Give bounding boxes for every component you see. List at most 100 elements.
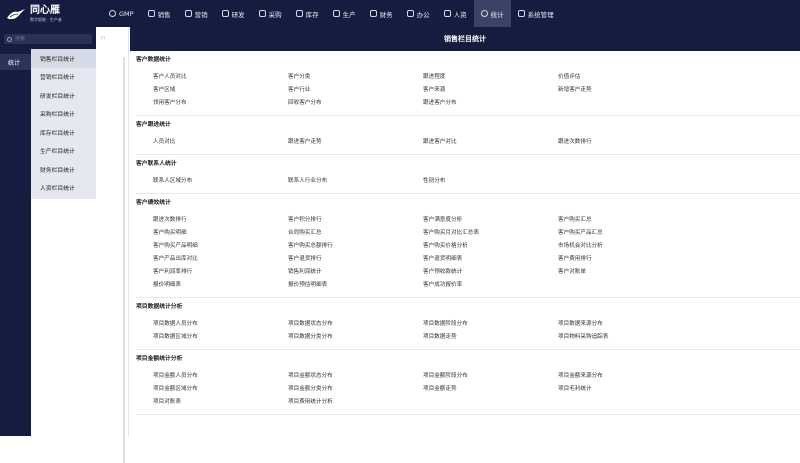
report-link[interactable]: 客户购买产品明细 — [153, 241, 288, 254]
report-link[interactable]: 客户购买产品汇总 — [558, 228, 693, 241]
report-link[interactable]: 跟进客户对比 — [423, 137, 558, 150]
app-logo[interactable]: 同心雁 数字赋能 · 生产者 — [0, 0, 96, 27]
sidebar-empty-area — [31, 199, 96, 436]
sidebar-item-0[interactable]: 销售栏目统计 — [31, 49, 96, 68]
sidebar-item-7[interactable]: 人资栏目统计 — [31, 179, 96, 198]
report-link[interactable]: 项目物料采购追踪表 — [558, 332, 693, 345]
report-link[interactable]: 项目数据分类分布 — [288, 332, 423, 345]
report-link[interactable]: 报价预估明细表 — [288, 280, 423, 293]
report-link[interactable]: 客户购买月对比汇总表 — [423, 228, 558, 241]
report-link[interactable]: 项目数据区域分布 — [153, 332, 288, 345]
nav-item-label: 人资 — [453, 10, 467, 19]
report-link[interactable]: 跟进次数排行 — [558, 137, 693, 150]
sidebar-item-1[interactable]: 营销栏目统计 — [31, 68, 96, 87]
report-link[interactable]: 性别分布 — [423, 176, 558, 189]
report-link[interactable]: 客户区域 — [153, 85, 288, 98]
report-link[interactable]: 市场机会对比分析 — [558, 241, 693, 254]
sidebar-search-area — [0, 27, 96, 49]
nav-item-11[interactable]: 系统管理 — [511, 0, 561, 27]
sidebar-item-4[interactable]: 库存栏目统计 — [31, 123, 96, 142]
report-link[interactable]: 客户退货排行 — [288, 254, 423, 267]
report-link[interactable]: 价值评估 — [558, 72, 693, 85]
search-input[interactable] — [15, 36, 85, 42]
sections-container: 客户数据统计客户人员对比 客户分类 跟进程度 价值评估客户区域 客户行业 客户来源 新增客户… — [130, 51, 800, 415]
nav-item-8[interactable]: 办公 — [400, 0, 437, 27]
report-link[interactable]: 项目金额区域分布 — [153, 384, 288, 397]
nav-item-4[interactable]: 采购 — [252, 0, 289, 27]
report-link[interactable]: 客户退货明细表 — [423, 254, 558, 267]
nav-item-label: 办公 — [416, 10, 430, 19]
nav-item-6[interactable]: 生产 — [326, 0, 363, 27]
report-link[interactable]: 客户费用排行 — [558, 254, 693, 267]
report-link[interactable]: 跟进客户分布 — [423, 98, 558, 111]
report-link[interactable]: 联系人区域分布 — [153, 176, 288, 189]
report-link[interactable]: 项目毛利统计 — [558, 384, 693, 397]
report-link[interactable]: 人员对比 — [153, 137, 288, 150]
report-link[interactable]: 客户购买明细 — [153, 228, 288, 241]
report-link[interactable]: 客户来源 — [423, 85, 558, 98]
report-link[interactable]: 客户成功报价率 — [423, 280, 558, 293]
report-link[interactable]: 回收客户分布 — [288, 98, 423, 111]
settings-icon — [517, 10, 525, 17]
sidebar-item-6[interactable]: 财务栏目统计 — [31, 160, 96, 179]
report-link[interactable]: 项目费用统计分析 — [288, 397, 423, 410]
report-link[interactable]: 客户满意度分析 — [423, 215, 558, 228]
report-link[interactable]: 报价明细表 — [153, 280, 288, 293]
scroll-track[interactable] — [123, 57, 125, 463]
stats-section: 客户绩效统计 跟进次数排行 客户积分排行 客户满意度分析 客户购买汇总 客户购买明细 合同购… — [130, 194, 800, 298]
report-link[interactable]: 新增客户走势 — [558, 85, 693, 98]
report-link[interactable]: 项目金额分类分布 — [288, 384, 423, 397]
report-link[interactable]: 客户行业 — [288, 85, 423, 98]
nav-item-3[interactable]: 研发 — [215, 0, 252, 27]
report-links-grid: 联系人区域分布 联系人行业分布 性别分布 — [136, 167, 800, 194]
report-link[interactable]: 项目数据状态分布 — [288, 319, 423, 332]
nav-item-1[interactable]: 销售 — [141, 0, 178, 27]
report-link[interactable]: 跟进程度 — [423, 72, 558, 85]
search-box[interactable] — [4, 34, 92, 44]
report-link[interactable]: 领用客户分布 — [153, 98, 288, 111]
report-link[interactable]: 客户人员对比 — [153, 72, 288, 85]
sidebar-category-stats[interactable]: 统计 — [0, 54, 31, 70]
report-link[interactable]: 客户购买总额排行 — [288, 241, 423, 254]
sidebar-item-3[interactable]: 采购栏目统计 — [31, 105, 96, 124]
report-link[interactable]: 客户购买汇总 — [558, 215, 693, 228]
report-link[interactable]: 客户积分排行 — [288, 215, 423, 228]
report-link[interactable]: 项目金额人员分布 — [153, 371, 288, 384]
nav-item-label: 采购 — [268, 10, 282, 19]
nav-item-0[interactable]: GMP — [102, 0, 141, 27]
sidebar-item-5[interactable]: 生产栏目统计 — [31, 142, 96, 161]
report-link[interactable]: 项目数据来源分布 — [558, 319, 693, 332]
report-link[interactable]: 项目数据走势 — [423, 332, 558, 345]
report-link[interactable]: 客户购买价格分析 — [423, 241, 558, 254]
report-link[interactable]: 项目金额走势 — [423, 384, 558, 397]
report-link[interactable]: 项目数据人员分布 — [153, 319, 288, 332]
section-title: 客户数据统计 — [136, 57, 171, 63]
nav-item-9[interactable]: 人资 — [437, 0, 474, 27]
report-link[interactable]: 客户对账单 — [558, 267, 693, 280]
nav-item-5[interactable]: 库存 — [289, 0, 326, 27]
logo-name: 同心雁 — [30, 4, 60, 16]
report-link[interactable]: 项目金额来源分布 — [558, 371, 693, 384]
report-link[interactable]: 项目金额状态分布 — [288, 371, 423, 384]
report-link[interactable]: 销售利润统计 — [288, 267, 423, 280]
nav-item-2[interactable]: 营销 — [178, 0, 215, 27]
report-link[interactable]: 客户利润率排行 — [153, 267, 288, 280]
report-link[interactable]: 客户分类 — [288, 72, 423, 85]
report-link[interactable]: 跟进客户走势 — [288, 137, 423, 150]
report-link[interactable]: 客户预收款统计 — [423, 267, 558, 280]
stats-section: 客户联系人统计 联系人区域分布 联系人行业分布 性别分布 — [130, 155, 800, 194]
sidebar-item-2[interactable]: 研发栏目统计 — [31, 86, 96, 105]
nav-item-label: 研发 — [231, 10, 245, 19]
rd-icon — [221, 10, 229, 17]
report-link[interactable]: 项目数据阶段分布 — [423, 319, 558, 332]
report-link[interactable]: 合同购买汇总 — [288, 228, 423, 241]
report-link[interactable]: 项目对账表 — [153, 397, 288, 410]
report-link[interactable]: 跟进次数排行 — [153, 215, 288, 228]
nav-item-10[interactable]: 统计 — [473, 0, 511, 27]
report-link[interactable]: 联系人行业分布 — [288, 176, 423, 189]
nav-item-label: 营销 — [194, 10, 208, 19]
nav-item-7[interactable]: 财务 — [363, 0, 400, 27]
report-links-grid: 跟进次数排行 客户积分排行 客户满意度分析 客户购买汇总 客户购买明细 合同购买汇总 客户购… — [136, 206, 800, 298]
report-link[interactable]: 项目金额阶段分布 — [423, 371, 558, 384]
report-link[interactable]: 客户产品出库对比 — [153, 254, 288, 267]
